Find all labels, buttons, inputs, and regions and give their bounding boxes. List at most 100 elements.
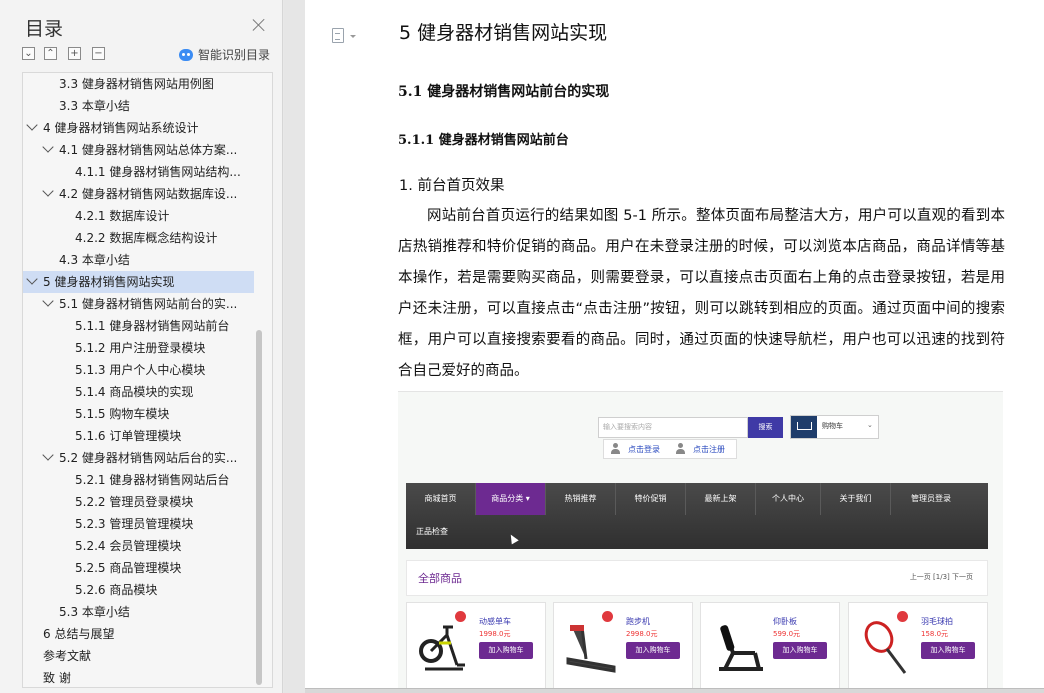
toc-item-label: 5.1 健身器材销售网站前台的实...	[59, 297, 238, 311]
toc-item[interactable]: 5.1.5 购物车模块	[23, 403, 254, 425]
page-icon[interactable]	[332, 28, 344, 43]
fig-cart-label: 购物车	[822, 422, 843, 430]
toc-item-label: 5.2.5 商品管理模块	[75, 561, 182, 575]
fig-product-name: 羽毛球拍	[921, 617, 953, 626]
toc-item[interactable]: 5.2.2 管理员登录模块	[23, 491, 254, 513]
fig-cart-button: 购物车 ⌄	[790, 415, 879, 439]
add-entry-button[interactable]: +	[68, 47, 81, 60]
chevron-down-icon[interactable]	[42, 141, 54, 153]
chevron-down-icon[interactable]	[26, 273, 38, 285]
subsection-heading: 5.1.1 健身器材销售网站前台	[398, 133, 569, 148]
user-icon	[611, 443, 620, 454]
toc-scrollbar-thumb[interactable]	[256, 330, 262, 685]
fig-product-price: 599.0元	[773, 630, 801, 638]
toc-item-label: 4.1 健身器材销售网站总体方案...	[59, 143, 238, 157]
toc-item[interactable]: 4.2.1 数据库设计	[23, 205, 254, 227]
toc-item-label: 5.2.6 商品模块	[75, 583, 158, 597]
fig-pager: 上一页 [1/3] 下一页	[909, 573, 973, 581]
toc-item[interactable]: 5.1.4 商品模块的实现	[23, 381, 254, 403]
toc-item[interactable]: 3.3 健身器材销售网站用例图	[23, 73, 254, 95]
toc-item[interactable]: 5.1.1 健身器材销售网站前台	[23, 315, 254, 337]
toc-list: 3.3 健身器材销售网站用例图 3.3 本章小结 4 健身器材销售网站系统设计 4.1…	[22, 72, 273, 688]
toc-item[interactable]: 3.3 本章小结	[23, 95, 254, 117]
toc-item[interactable]: 5.3 本章小结	[23, 601, 254, 623]
chapter-heading: 5 健身器材销售网站实现	[399, 22, 608, 44]
toc-item[interactable]: 4.2.2 数据库概念结构设计	[23, 227, 254, 249]
chevron-down-icon[interactable]	[42, 185, 54, 197]
fig-nav-item: 热销推荐	[546, 483, 616, 515]
fig-nav-item: 商品分类 ▾	[476, 483, 546, 515]
user-icon	[676, 443, 685, 454]
fig-nav-item: 关于我们	[821, 483, 891, 515]
exercise-bike-icon	[419, 625, 465, 671]
collapse-all-button[interactable]: ⌄	[22, 47, 35, 60]
toc-item[interactable]: 5.2.5 商品管理模块	[23, 557, 254, 579]
sale-badge-icon	[455, 611, 466, 622]
fig-search-input: 输入要搜索内容	[598, 417, 748, 438]
toc-item-label: 4.3 本章小结	[59, 253, 130, 267]
toc-item[interactable]: 5.2.1 健身器材销售网站后台	[23, 469, 254, 491]
toc-item[interactable]: 4 健身器材销售网站系统设计	[23, 117, 254, 139]
toc-item[interactable]: 4.1.1 健身器材销售网站结构...	[23, 161, 254, 183]
fig-add-to-cart-button: 加入购物车	[479, 642, 533, 659]
toc-item-label: 4 健身器材销售网站系统设计	[43, 121, 199, 135]
toc-item-label: 5.1.4 商品模块的实现	[75, 385, 194, 399]
fig-product-card: 跑步机 2998.0元 加入购物车	[553, 602, 693, 693]
smart-recognition-icon	[179, 48, 193, 61]
toc-item-label: 5.3 本章小结	[59, 605, 130, 619]
toc-item-label: 4.2.1 数据库设计	[75, 209, 170, 223]
fig-login-box: 点击登录 点击注册	[603, 439, 737, 459]
toc-item[interactable]: 5.2.3 管理员管理模块	[23, 513, 254, 535]
horizontal-scrollbar[interactable]	[305, 688, 1044, 693]
toc-item-label: 致 谢	[43, 671, 71, 685]
chevron-down-icon[interactable]	[42, 295, 54, 307]
toc-item[interactable]: 4.2 健身器材销售网站数据库设...	[23, 183, 254, 205]
toc-item[interactable]: 6 总结与展望	[23, 623, 254, 645]
smart-toc-label: 智能识别目录	[198, 48, 271, 62]
fig-all-products-bar: 全部商品 上一页 [1/3] 下一页	[406, 560, 988, 596]
toc-item-label: 5.1.1 健身器材销售网站前台	[75, 319, 230, 333]
toc-item[interactable]: 5.1.3 用户个人中心模块	[23, 359, 254, 381]
fig-login-link: 点击登录	[628, 445, 660, 454]
chevron-down-icon[interactable]	[42, 449, 54, 461]
fig-search-button: 搜索	[748, 417, 783, 438]
toc-item[interactable]: 参考文献	[23, 645, 254, 667]
chevron-down-icon: ⌄	[867, 421, 873, 429]
toc-item[interactable]: 4.3 本章小结	[23, 249, 254, 271]
reader-window: 目录 ⌄ ⌃ + − 智能识别目录 3.3 健身器材销售网站用例图 3.3 本章小…	[0, 0, 1044, 693]
toc-item-label: 5.2.3 管理员管理模块	[75, 517, 194, 531]
fig-nav-item: 个人中心	[756, 483, 821, 515]
toc-item[interactable]: 5.2.4 会员管理模块	[23, 535, 254, 557]
remove-entry-button[interactable]: −	[92, 47, 105, 60]
toc-item-label: 5.2.1 健身器材销售网站后台	[75, 473, 230, 487]
toc-item[interactable]: 5.2.6 商品模块	[23, 579, 254, 601]
cart-icon	[791, 416, 817, 438]
toc-item-label: 4.2.2 数据库概念结构设计	[75, 231, 218, 245]
toc-item[interactable]: 致 谢	[23, 667, 254, 687]
treadmill-icon	[566, 625, 616, 673]
fig-add-to-cart-button: 加入购物车	[773, 642, 827, 659]
toc-item[interactable]: 5.1 健身器材销售网站前台的实...	[23, 293, 254, 315]
fig-product-card: 羽毛球拍 158.0元 加入购物车	[848, 602, 988, 693]
toc-item[interactable]: 5.1.6 订单管理模块	[23, 425, 254, 447]
fig-nav-item: 管理员登录	[911, 494, 951, 503]
sit-up-bench-icon	[719, 625, 763, 671]
toc-item[interactable]: 5.1.2 用户注册登录模块	[23, 337, 254, 359]
toc-item-label: 5.2.2 管理员登录模块	[75, 495, 194, 509]
smart-toc-button[interactable]: 智能识别目录	[179, 46, 270, 63]
toc-item-label: 4.2 健身器材销售网站数据库设...	[59, 187, 238, 201]
toc-item-label: 4.1.1 健身器材销售网站结构...	[75, 165, 241, 179]
chevron-down-icon[interactable]	[26, 119, 38, 131]
toc-item-label: 5.1.3 用户个人中心模块	[75, 363, 206, 377]
expand-all-button[interactable]: ⌃	[44, 47, 57, 60]
toc-item-label: 6 总结与展望	[43, 627, 115, 641]
toc-item[interactable]: 4.1 健身器材销售网站总体方案...	[23, 139, 254, 161]
badminton-racket-icon	[864, 621, 907, 674]
fig-product-price: 2998.0元	[626, 630, 658, 638]
close-icon[interactable]	[251, 17, 267, 33]
toc-item[interactable]: 5.2 健身器材销售网站后台的实...	[23, 447, 254, 469]
toc-item-label: 5.1.2 用户注册登录模块	[75, 341, 206, 355]
fig-product-card: 动感单车 1998.0元 加入购物车	[406, 602, 546, 693]
chevron-down-icon[interactable]	[350, 35, 356, 38]
toc-item[interactable]: 5 健身器材销售网站实现	[23, 271, 254, 293]
